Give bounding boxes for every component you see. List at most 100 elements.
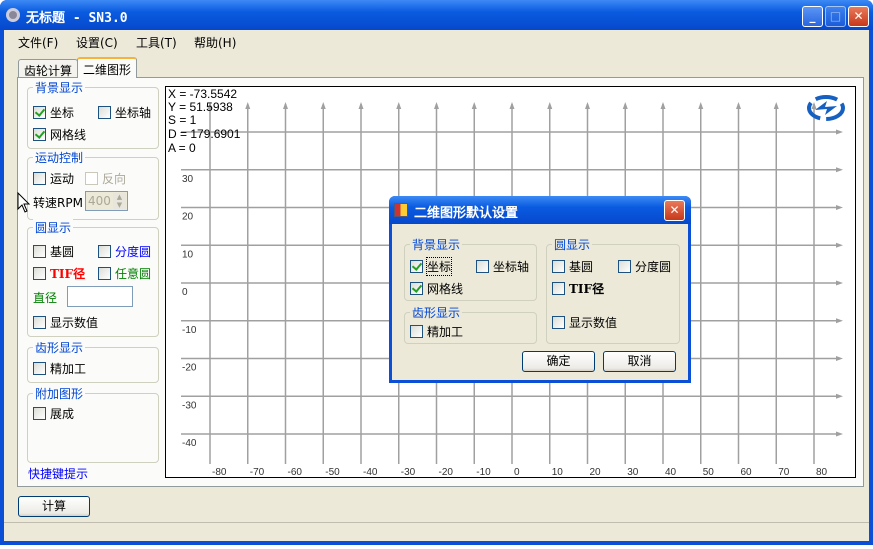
arrow-up-icon	[396, 102, 402, 109]
checkbox-pitch-circle[interactable]: 分度圆	[98, 243, 151, 260]
title-bar[interactable]: 无标题 - SN3.0 _ □ ✕	[0, 0, 873, 30]
arrow-up-icon	[547, 102, 553, 109]
window-title: 无标题 - SN3.0	[26, 11, 128, 26]
arrow-right-icon	[836, 280, 843, 286]
arrow-right-icon	[836, 167, 843, 173]
group-title: 圆显示	[33, 219, 74, 236]
x-tick-label: 0	[514, 467, 520, 478]
dialog-group-tooth: 齿形显示 精加工	[404, 304, 537, 344]
arrow-up-icon	[736, 102, 741, 109]
arrow-right-icon	[836, 129, 843, 135]
cancel-button[interactable]: 取消	[603, 351, 676, 372]
group-title: 背景显示	[33, 79, 86, 96]
arrow-right-icon	[836, 318, 843, 324]
dialog-checkbox-coord[interactable]: 坐标	[410, 257, 453, 276]
arrow-up-icon	[245, 102, 251, 109]
checkbox-reverse[interactable]: 反向	[85, 170, 126, 187]
checkbox-generate[interactable]: 展成	[33, 405, 74, 422]
group-title: 运动控制	[33, 149, 86, 166]
shortcut-link[interactable]: 快捷键提示	[28, 465, 88, 482]
dialog-checkbox-base[interactable]: 基圆	[552, 258, 593, 275]
arrow-right-icon	[836, 205, 843, 210]
checkbox-grid[interactable]: 网格线	[33, 126, 86, 143]
y-tick-label: -20	[182, 363, 197, 374]
arrow-up-icon	[283, 102, 288, 109]
checkbox-any-circle[interactable]: 任意圆	[98, 265, 151, 282]
x-tick-label: -60	[288, 467, 303, 478]
group-title: 背景显示	[410, 236, 463, 253]
arrow-up-icon	[698, 102, 704, 109]
readout-s: S = 1	[168, 113, 197, 127]
diameter-input[interactable]	[67, 286, 133, 307]
calc-button[interactable]: 计算	[18, 496, 90, 517]
y-tick-label: 0	[182, 287, 188, 298]
minimize-button[interactable]: _	[802, 6, 823, 27]
menu-tools[interactable]: 工具(T)	[136, 34, 177, 51]
dialog-checkbox-axis[interactable]: 坐标轴	[476, 258, 529, 275]
group-tooth: 齿形显示 精加工	[27, 339, 159, 383]
dialog-title: 二维图形默认设置	[414, 206, 519, 221]
x-tick-label: 10	[552, 467, 564, 478]
ok-button[interactable]: 确定	[522, 351, 595, 372]
checkbox-coord[interactable]: 坐标	[33, 104, 74, 121]
checkbox-axis[interactable]: 坐标轴	[98, 104, 151, 121]
group-extra: 附加图形 展成	[27, 385, 159, 463]
menu-settings[interactable]: 设置(C)	[76, 34, 118, 51]
y-tick-label: -30	[182, 400, 197, 411]
arrow-right-icon	[836, 356, 843, 361]
dialog-group-background: 背景显示 坐标 坐标轴 网格线	[404, 236, 537, 301]
x-tick-label: 70	[778, 467, 790, 478]
checkbox-base-circle[interactable]: 基圆	[33, 243, 74, 260]
arrow-right-icon	[836, 393, 843, 399]
dialog-group-circle: 圆显示 基圆 分度圆 TIF径 显示数值	[546, 236, 680, 344]
diameter-label: 直径	[33, 291, 58, 305]
tab-2d-graphics[interactable]: 二维图形	[77, 57, 138, 78]
x-tick-label: 40	[665, 467, 677, 478]
checkbox-show-values[interactable]: 显示数值	[33, 314, 98, 331]
y-tick-label: -10	[182, 325, 197, 336]
group-background: 背景显示 坐标 坐标轴 网格线	[27, 79, 159, 149]
group-title: 齿形显示	[33, 339, 86, 356]
menu-help[interactable]: 帮助(H)	[194, 34, 236, 51]
logo-icon	[807, 95, 845, 121]
arrow-up-icon	[622, 102, 628, 109]
dialog-checkbox-tif[interactable]: TIF径	[552, 280, 604, 297]
y-tick-label: -40	[182, 438, 197, 449]
tab-gear-calc[interactable]: 齿轮计算	[18, 59, 79, 78]
x-tick-label: 80	[816, 467, 828, 478]
close-button[interactable]: ✕	[848, 6, 869, 27]
y-tick-label: 10	[182, 249, 194, 260]
rpm-label: 转速RPM	[33, 196, 83, 210]
x-tick-label: -30	[401, 467, 416, 478]
app-gear-icon	[6, 8, 20, 22]
x-tick-label: -50	[325, 467, 340, 478]
maximize-button[interactable]: □	[825, 6, 846, 27]
readout-a: A = 0	[168, 141, 196, 155]
y-tick-label: 30	[182, 174, 194, 185]
arrow-right-icon	[836, 242, 843, 248]
arrow-up-icon	[358, 102, 364, 109]
status-bar	[4, 522, 869, 541]
readout-d: D = 179.6901	[168, 127, 241, 141]
checkbox-tif[interactable]: TIF径	[33, 265, 85, 282]
dialog-title-bar[interactable]: 二维图形默认设置 ✕	[389, 196, 691, 224]
arrow-right-icon	[836, 431, 843, 437]
dialog-close-button[interactable]: ✕	[664, 200, 685, 221]
arrow-up-icon	[660, 102, 666, 109]
x-tick-label: 50	[703, 467, 715, 478]
x-tick-label: -70	[250, 467, 265, 478]
x-tick-label: -20	[439, 467, 454, 478]
x-tick-label: 60	[741, 467, 753, 478]
dialog-checkbox-show-values[interactable]: 显示数值	[552, 314, 617, 331]
group-title: 圆显示	[552, 236, 593, 253]
dialog-checkbox-grid[interactable]: 网格线	[410, 280, 463, 297]
arrow-up-icon	[585, 102, 590, 109]
checkbox-motion[interactable]: 运动	[33, 170, 74, 187]
mouse-cursor-icon	[17, 192, 31, 213]
group-motion: 运动控制 运动 反向 转速RPM 400 ▲ ▼	[27, 149, 159, 220]
checkbox-finish[interactable]: 精加工	[33, 360, 86, 377]
menu-file[interactable]: 文件(F)	[18, 34, 58, 51]
dialog-checkbox-pitch[interactable]: 分度圆	[618, 258, 671, 275]
rpm-stepper[interactable]: 400 ▲ ▼	[85, 191, 128, 211]
dialog-checkbox-finish[interactable]: 精加工	[410, 323, 463, 340]
